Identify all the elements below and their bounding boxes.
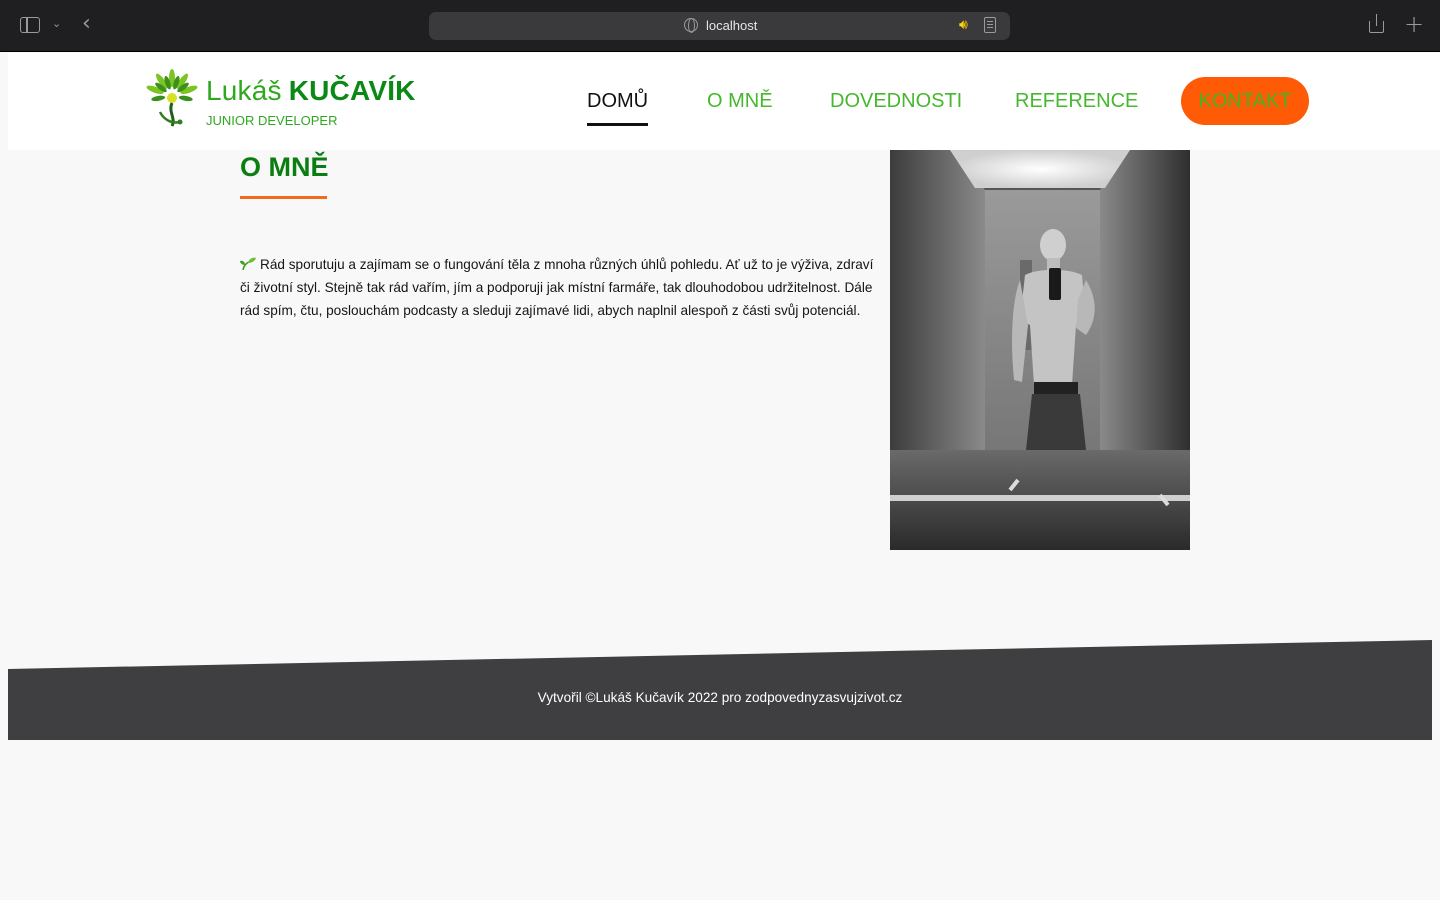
title-underline (240, 196, 327, 199)
url-text[interactable]: localhost (706, 18, 757, 33)
section-title: O MNĚ (240, 152, 329, 182)
leaf-logo-icon[interactable] (142, 68, 202, 130)
logo-last-name: KUČAVÍK (288, 75, 416, 106)
browser-toolbar: ⌄ ‹ localhost 🔊︎ + (0, 0, 1440, 52)
chevron-down-icon[interactable]: ⌄ (52, 17, 61, 30)
site-footer: Vytvořil ©Lukáš Kučavík 2022 pro zodpove… (8, 640, 1432, 740)
about-text: Rád sporutuju a zajímam se o fungování t… (240, 253, 880, 322)
share-icon[interactable] (1368, 14, 1385, 34)
nav-active-underline (587, 123, 648, 126)
logo-title[interactable]: Lukáš KUČAVÍK (206, 75, 416, 107)
nav-item-reference[interactable]: REFERENCE (1015, 90, 1138, 113)
profile-photo (890, 150, 1190, 550)
globe-icon (684, 18, 698, 33)
nav-item-dovednosti[interactable]: DOVEDNOSTI (830, 90, 962, 113)
logo-subtitle: JUNIOR DEVELOPER (206, 113, 338, 128)
speaker-icon[interactable]: 🔊︎ (959, 16, 968, 33)
plus-icon[interactable]: + (1404, 11, 1424, 37)
about-text-content: Rád sporutuju a zajímam se o fungování t… (240, 257, 874, 318)
footer-credit: Vytvořil ©Lukáš Kučavík 2022 pro zodpove… (537, 690, 903, 705)
back-icon[interactable]: ‹ (82, 12, 91, 36)
nav-item-o-mne[interactable]: O MNĚ (707, 90, 773, 113)
sidebar-icon[interactable] (20, 17, 40, 33)
reader-icon[interactable] (984, 17, 996, 33)
sprout-icon (240, 257, 256, 270)
logo-first-name: Lukáš (206, 75, 282, 106)
address-bar[interactable]: localhost 🔊︎ (429, 12, 1010, 40)
nav-item-domu[interactable]: DOMŮ (587, 90, 648, 113)
contact-button[interactable]: KONTAKT (1181, 77, 1309, 125)
site-header: Lukáš KUČAVÍK JUNIOR DEVELOPER DOMŮ O MNĚ… (8, 53, 1440, 150)
